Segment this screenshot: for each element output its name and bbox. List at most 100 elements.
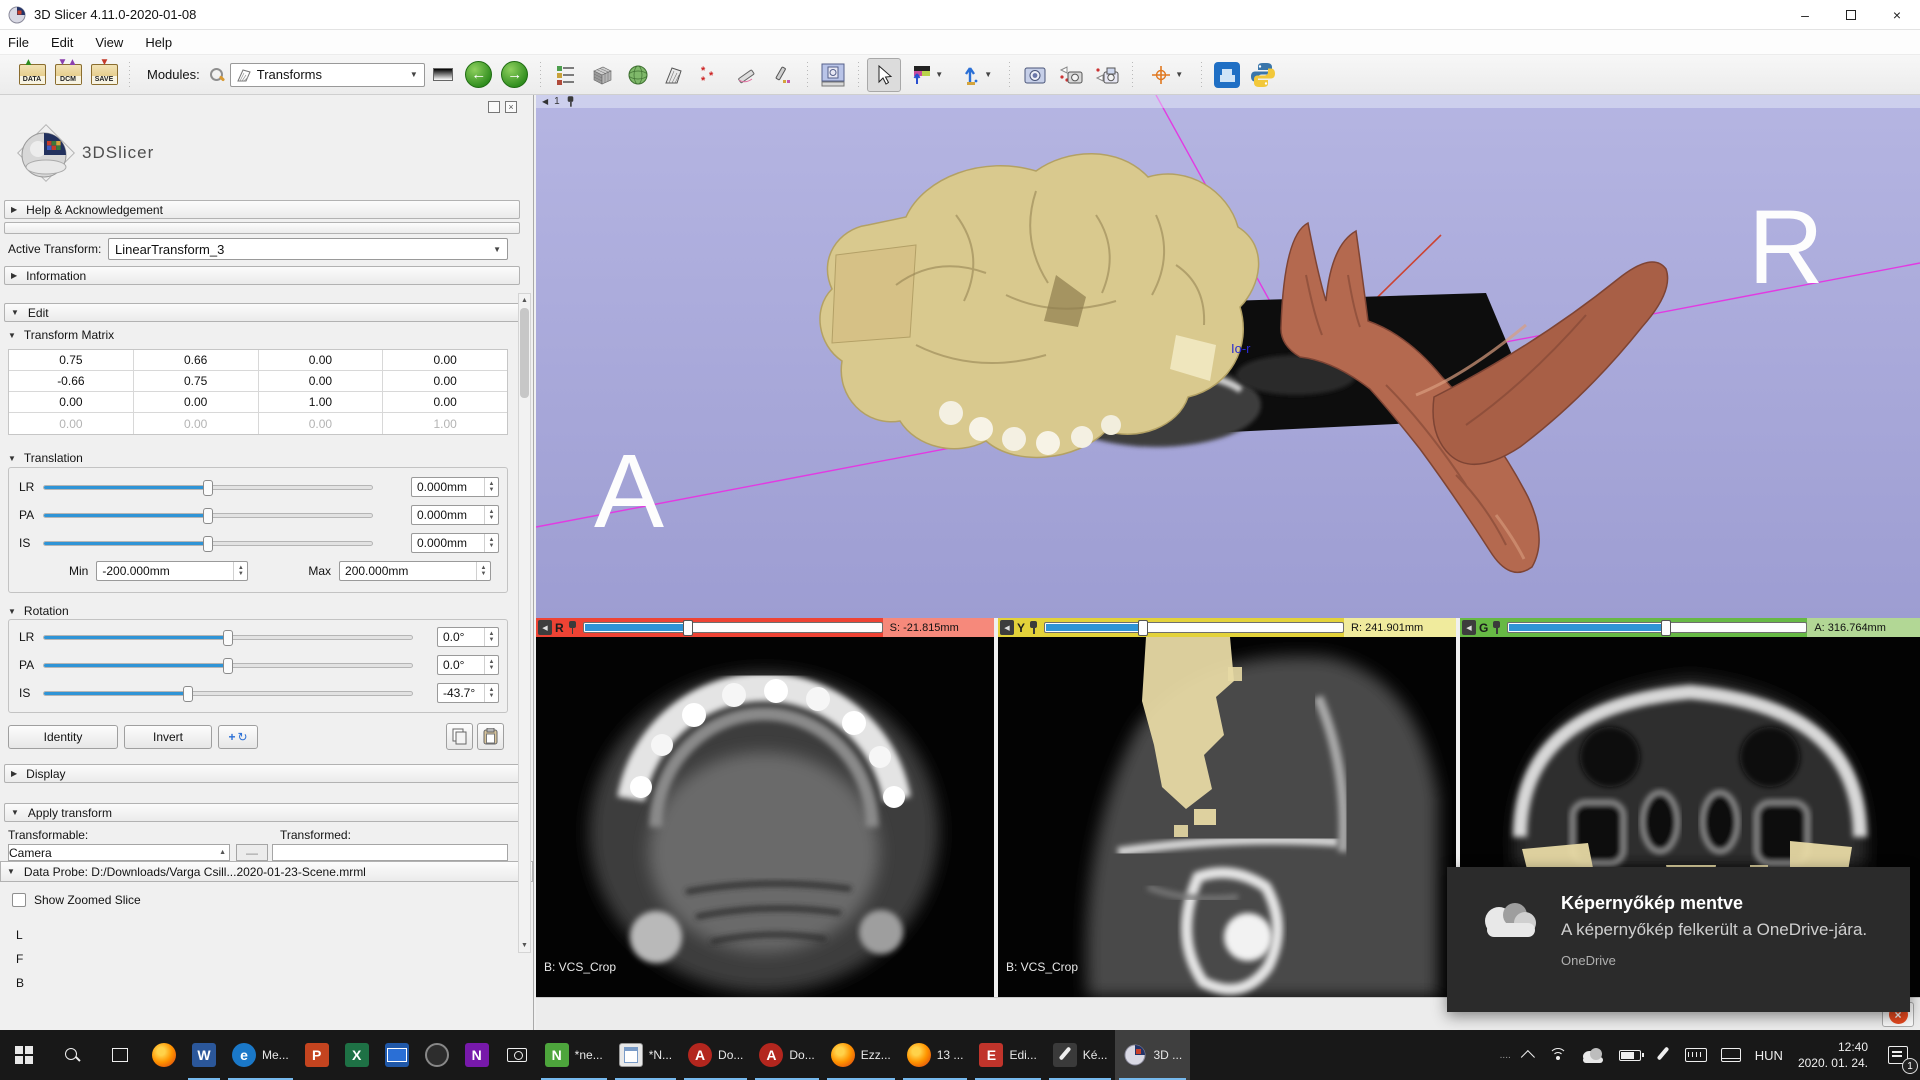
- translation-pa-value[interactable]: 0.000mm▲▼: [411, 505, 499, 525]
- translation-header[interactable]: ▼Translation: [8, 451, 83, 465]
- volume-cube-button[interactable]: [585, 58, 619, 92]
- wifi-indicator[interactable]: [1542, 1030, 1574, 1080]
- spinner-arrows-icon[interactable]: ▲▼: [484, 506, 498, 524]
- matrix-cell[interactable]: 0.00: [383, 392, 507, 412]
- matrix-cell[interactable]: 0.75: [134, 371, 259, 391]
- transformable-list[interactable]: Camera ▲: [8, 844, 230, 861]
- matrix-cell[interactable]: 0.00: [383, 371, 507, 391]
- module-search-icon[interactable]: [210, 68, 224, 82]
- translation-lr-slider[interactable]: [43, 485, 373, 490]
- rotation-is-value[interactable]: -43.7°▲▼: [437, 683, 499, 703]
- panel-scrollbar[interactable]: ▲ ▼: [518, 293, 531, 953]
- matrix-cell[interactable]: 0.00: [9, 392, 134, 412]
- load-data-button[interactable]: ▲DATA: [15, 58, 49, 92]
- task-view-button[interactable]: [96, 1030, 144, 1080]
- screenshot-button[interactable]: [816, 58, 850, 92]
- rotation-is-slider[interactable]: [43, 691, 413, 696]
- clock[interactable]: 12:402020. 01. 24.: [1790, 1030, 1876, 1080]
- taskbar-app-notepad-green[interactable]: N*ne...: [537, 1030, 611, 1080]
- matrix-cell[interactable]: 0.00: [259, 371, 384, 391]
- section-data-probe[interactable]: ▼Data Probe: D:/Downloads/Varga Csill...…: [0, 861, 533, 882]
- scroll-down-icon[interactable]: ▼: [519, 939, 530, 952]
- show-zoomed-slice-checkbox[interactable]: [12, 893, 26, 907]
- taskbar-app-firefox[interactable]: [144, 1030, 184, 1080]
- taskbar-app-pen[interactable]: Ké...: [1045, 1030, 1116, 1080]
- python-console-button[interactable]: [1246, 58, 1280, 92]
- copy-transform-button[interactable]: [446, 723, 473, 750]
- tray-expand-button[interactable]: [1518, 1030, 1542, 1080]
- collapse-arrow-icon[interactable]: ◀: [1462, 620, 1476, 635]
- menu-file[interactable]: File: [8, 35, 29, 50]
- apply-transform-arrows[interactable]: —: [236, 844, 268, 861]
- menu-view[interactable]: View: [95, 35, 123, 50]
- threed-view-controller[interactable]: ◀ 1: [536, 95, 1920, 108]
- taskbar-app-mail[interactable]: [377, 1030, 417, 1080]
- module-back-button[interactable]: ←: [462, 58, 496, 92]
- module-history-button[interactable]: [426, 58, 460, 92]
- fiducial-label[interactable]: Io-r: [1231, 341, 1251, 356]
- invert-button[interactable]: Invert: [124, 725, 212, 749]
- spinner-arrows-icon[interactable]: ▲▼: [484, 478, 498, 496]
- section-help[interactable]: ▶Help & Acknowledgement: [4, 200, 520, 219]
- min-value[interactable]: -200.000mm▲▼: [96, 561, 248, 581]
- matrix-cell[interactable]: 0.75: [9, 350, 134, 370]
- capture-view-button[interactable]: [1018, 58, 1052, 92]
- battery-indicator[interactable]: [1612, 1030, 1648, 1080]
- threed-view[interactable]: Io-r A R ◀ 1: [536, 95, 1920, 618]
- translation-lr-value[interactable]: 0.000mm▲▼: [411, 477, 499, 497]
- identity-button[interactable]: Identity: [8, 725, 118, 749]
- touchpad-settings[interactable]: [1714, 1030, 1748, 1080]
- transform-fan-button[interactable]: [657, 58, 691, 92]
- taskbar-app-firefox-3[interactable]: 13 ...: [899, 1030, 972, 1080]
- spinner-arrows-icon[interactable]: ▲▼: [484, 684, 498, 702]
- subject-hierarchy-button[interactable]: [549, 58, 583, 92]
- action-center-button[interactable]: 1: [1876, 1030, 1920, 1080]
- rotation-lr-slider[interactable]: [43, 635, 413, 640]
- taskbar-app-excel[interactable]: X: [337, 1030, 377, 1080]
- spinner-arrows-icon[interactable]: ▲▼: [484, 628, 498, 646]
- taskbar-app-powerpoint[interactable]: P: [297, 1030, 337, 1080]
- active-transform-selector[interactable]: LinearTransform_3▼: [108, 238, 508, 260]
- section-display[interactable]: ▶Display: [4, 764, 520, 783]
- collapse-arrow-icon[interactable]: ◀: [1000, 620, 1014, 635]
- scrollbar-thumb[interactable]: [520, 308, 529, 398]
- module-selector[interactable]: Transforms ▼: [230, 63, 425, 87]
- language-indicator[interactable]: HUN: [1748, 1030, 1790, 1080]
- spinner-arrows-icon[interactable]: ▲▼: [484, 534, 498, 552]
- scene-view-restore-button[interactable]: [1090, 58, 1124, 92]
- taskbar-app-slicer[interactable]: 3D ...: [1115, 1030, 1190, 1080]
- pin-icon[interactable]: [1029, 621, 1038, 634]
- window-level-button[interactable]: ▼: [903, 58, 951, 92]
- rotation-pa-slider[interactable]: [43, 663, 413, 668]
- rotation-header[interactable]: ▼Rotation: [8, 604, 69, 618]
- matrix-cell[interactable]: 1.00: [259, 392, 384, 412]
- taskbar-app-acrobat-1[interactable]: ADo...: [680, 1030, 751, 1080]
- matrix-cell[interactable]: 0.00: [134, 392, 259, 412]
- spinner-arrows-icon[interactable]: ▲▼: [484, 656, 498, 674]
- taskbar-app-word[interactable]: W: [184, 1030, 224, 1080]
- search-button[interactable]: [48, 1030, 96, 1080]
- annotation-pen-button[interactable]: [765, 58, 799, 92]
- paste-transform-button[interactable]: [477, 723, 504, 750]
- undock-panel-icon[interactable]: [488, 101, 500, 113]
- spinner-arrows-icon[interactable]: ▲▼: [233, 562, 247, 580]
- matrix-cell[interactable]: 0.00: [383, 350, 507, 370]
- max-value[interactable]: 200.000mm▲▼: [339, 561, 491, 581]
- model-sphere-button[interactable]: [621, 58, 655, 92]
- taskbar-app-edge[interactable]: eMe...: [224, 1030, 297, 1080]
- collapse-arrow-icon[interactable]: ◀: [542, 97, 548, 106]
- onedrive-notification[interactable]: Képernyőkép mentve A képernyőkép felkerü…: [1447, 867, 1910, 1012]
- red-slice-slider[interactable]: [583, 622, 883, 633]
- taskbar-app-firefox-2[interactable]: Ezz...: [823, 1030, 899, 1080]
- onedrive-tray[interactable]: [1574, 1030, 1612, 1080]
- taskbar-app-notepad[interactable]: *N...: [611, 1030, 680, 1080]
- save-button[interactable]: ▼SAVE: [87, 58, 121, 92]
- taskbar-app-dark[interactable]: [417, 1030, 457, 1080]
- units-button[interactable]: ▼: [953, 58, 1001, 92]
- collapse-arrow-icon[interactable]: ◀: [538, 620, 552, 635]
- green-slice-slider[interactable]: [1507, 622, 1807, 633]
- touch-keyboard[interactable]: [1678, 1030, 1714, 1080]
- menu-help[interactable]: Help: [145, 35, 172, 50]
- spinner-arrows-icon[interactable]: ▲▼: [476, 562, 490, 580]
- pin-icon[interactable]: [1492, 621, 1501, 634]
